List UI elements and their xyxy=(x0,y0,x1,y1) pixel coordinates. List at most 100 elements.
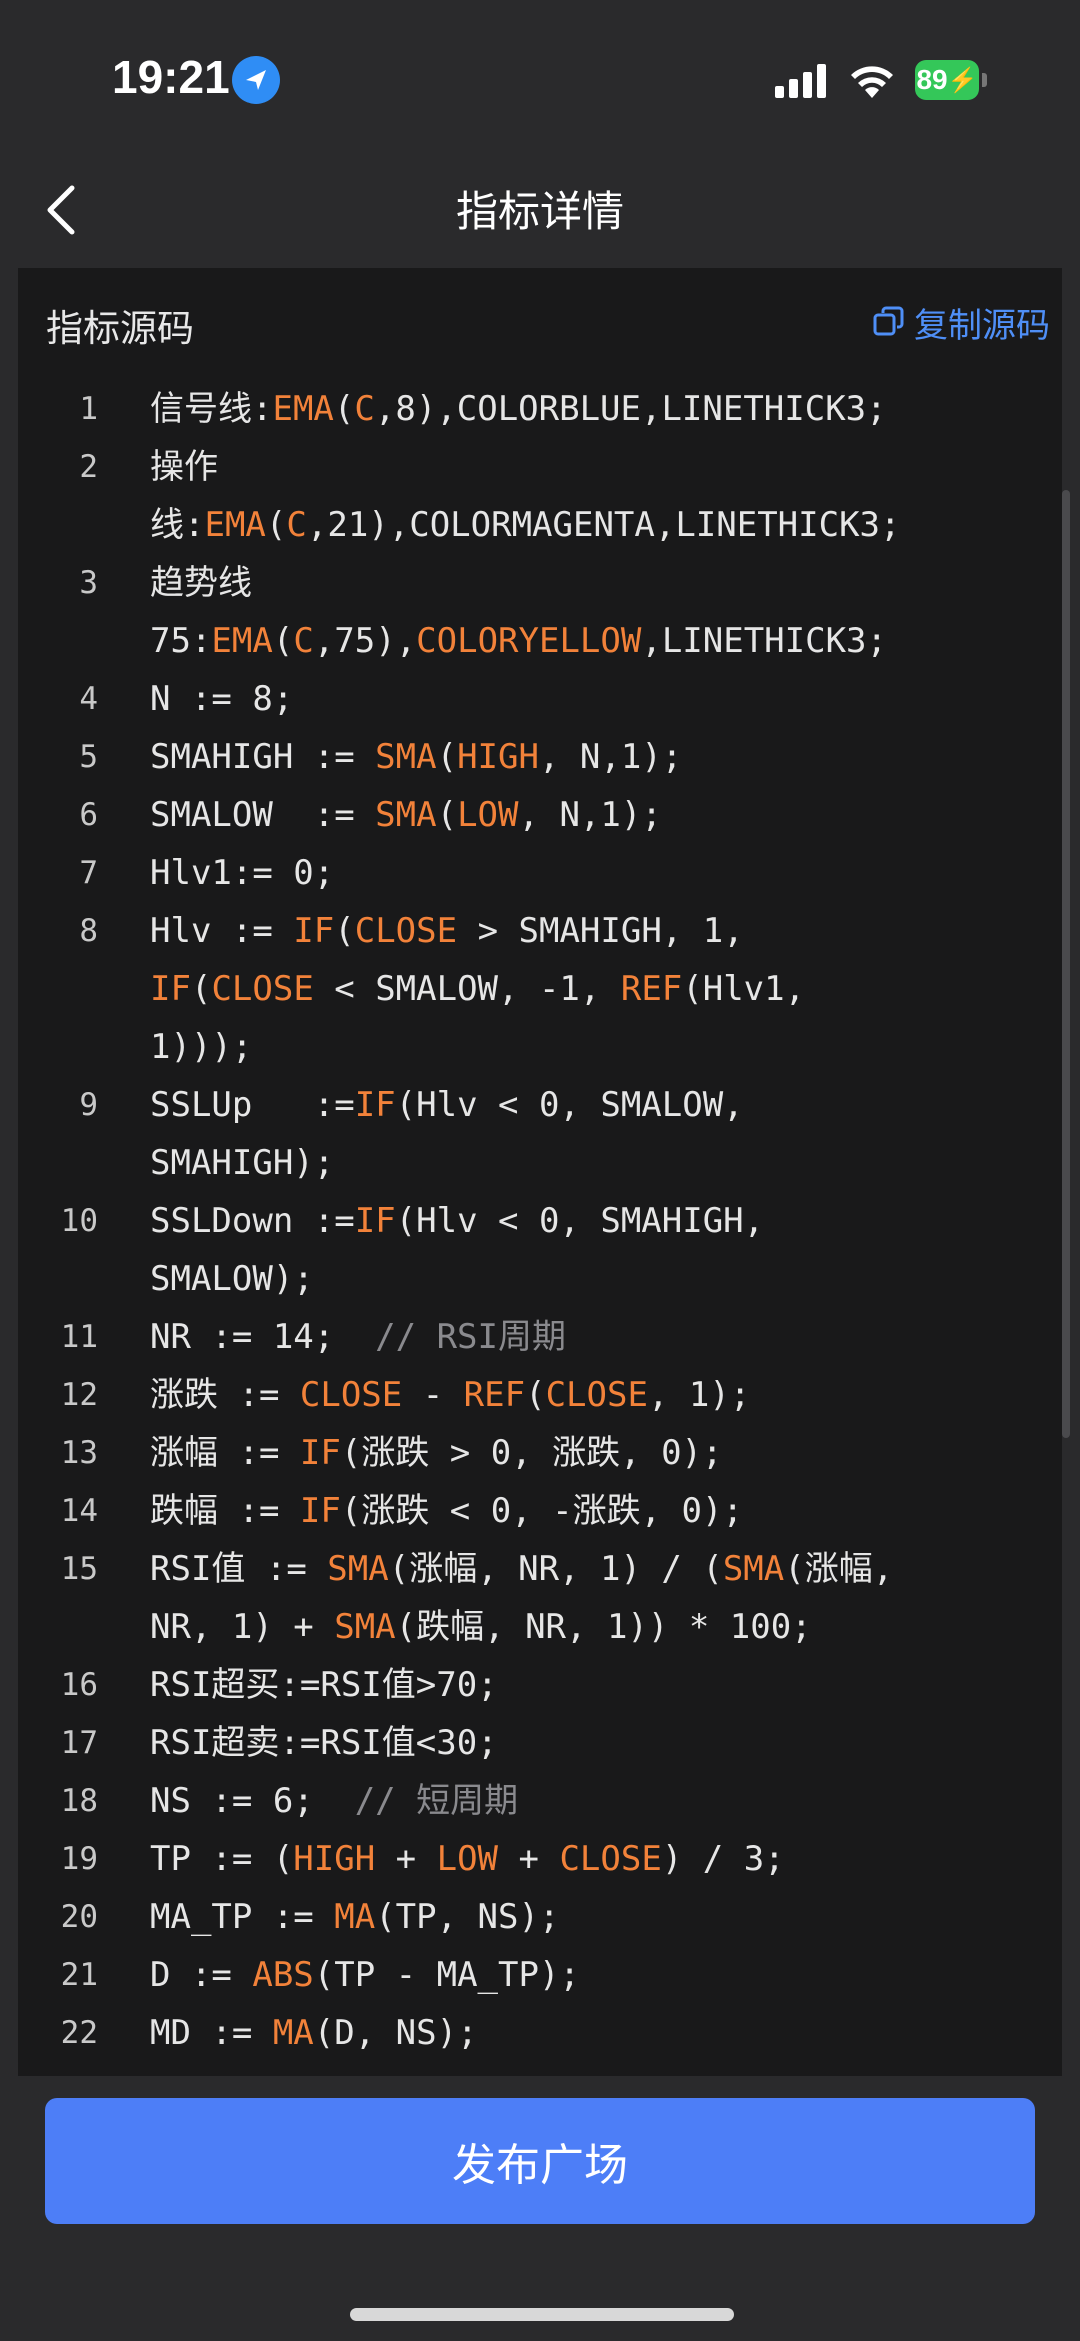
copy-icon xyxy=(873,306,904,336)
code-keyword: CLOSE xyxy=(545,1375,648,1415)
code-keyword: CLOSE xyxy=(299,1375,403,1415)
publish-to-square-button[interactable]: 发布广场 xyxy=(45,2098,1035,2224)
code-line: 19 TP := (HIGH + LOW + CLOSE) / 3; xyxy=(18,1830,1062,1888)
code-keyword: COLORYELLOW xyxy=(416,621,642,661)
code-token: (跌幅, NR, 1)) * 100; xyxy=(395,1607,812,1647)
code-text: 涨幅 := IF(涨跌 > 0, 涨跌, 0); xyxy=(150,1424,1030,1482)
code-token: + xyxy=(375,1839,437,1879)
code-token: Hlv := xyxy=(150,911,294,951)
code-token: ( xyxy=(265,505,287,545)
code-line: 23 CCI := (TP - MA_TP) / (0.015 * MD); xyxy=(18,2062,1062,2076)
code-line: 12 涨跌 := CLOSE - REF(CLOSE, 1); xyxy=(18,1366,1062,1424)
code-token: RSI值 := xyxy=(150,1549,328,1589)
code-line: 7 Hlv1:= 0; xyxy=(18,844,1062,902)
code-keyword: C xyxy=(286,505,307,545)
code-keyword: LOW xyxy=(457,795,519,835)
line-number: 9 xyxy=(79,1087,98,1123)
code-comment: // RSI周期 xyxy=(375,1317,566,1357)
code-token: (TP - MA_TP); xyxy=(313,1955,580,1995)
code-keyword: IF xyxy=(293,911,335,951)
code-line: 1 信号线:EMA(C,8),COLORBLUE,LINETHICK3; xyxy=(18,380,1062,438)
code-token: RSI超买:=RSI值>70; xyxy=(150,1665,498,1705)
line-number: 20 xyxy=(60,1899,98,1935)
code-token: (涨幅, NR, 1) / ( xyxy=(388,1549,723,1589)
code-keyword: SMA xyxy=(375,795,437,835)
code-text: MD := MA(D, NS); xyxy=(150,2004,1030,2062)
code-keyword: IF xyxy=(354,1201,396,1241)
code-keyword: CLOSE xyxy=(354,911,458,951)
code-text: TP := (HIGH + LOW + CLOSE) / 3; xyxy=(150,1830,1030,1888)
code-token: ,LINETHICK3; xyxy=(641,621,887,661)
code-comment: // 短周期 xyxy=(354,1781,519,1821)
line-number: 10 xyxy=(60,1203,98,1239)
line-number: 2 xyxy=(79,449,98,485)
line-number: 4 xyxy=(79,681,98,717)
charging-bolt-icon: ⚡ xyxy=(947,66,978,94)
code-token: SMAHIGH := xyxy=(150,737,376,777)
code-text: 信号线:EMA(C,8),COLORBLUE,LINETHICK3; xyxy=(150,380,1030,438)
status-time: 19:21 xyxy=(112,51,230,103)
battery-level: 89 ⚡ xyxy=(915,60,979,100)
code-token: (涨跌 < 0, -涨跌, 0); xyxy=(340,1491,743,1531)
code-line: 13 涨幅 := IF(涨跌 > 0, 涨跌, 0); xyxy=(18,1424,1062,1482)
code-token: RSI超卖:=RSI值<30; xyxy=(150,1723,498,1763)
code-keyword: EMA xyxy=(272,389,334,429)
code-token: ( xyxy=(333,389,355,429)
code-line: 17 RSI超卖:=RSI值<30; xyxy=(18,1714,1062,1772)
code-token: Hlv1:= 0; xyxy=(150,853,335,893)
code-token: , 1); xyxy=(647,1375,751,1415)
code-token: MD := xyxy=(150,2013,273,2053)
code-token: SMALOW := xyxy=(150,795,376,835)
code-token: D := xyxy=(150,1955,253,1995)
code-text: Hlv := IF(CLOSE > SMAHIGH, 1, IF(CLOSE <… xyxy=(150,902,1030,1076)
line-number: 3 xyxy=(79,565,98,601)
code-keyword: HIGH xyxy=(457,737,539,777)
code-text: SMAHIGH := SMA(HIGH, N,1); xyxy=(150,728,1030,786)
code-line: 5 SMAHIGH := SMA(HIGH, N,1); xyxy=(18,728,1062,786)
code-line: 6 SMALOW := SMA(LOW, N,1); xyxy=(18,786,1062,844)
code-token: SSLDown := xyxy=(150,1201,355,1241)
code-keyword: C xyxy=(354,389,375,429)
code-line: 8 Hlv := IF(CLOSE > SMAHIGH, 1, IF(CLOSE … xyxy=(18,902,1062,1076)
line-number: 8 xyxy=(79,913,98,949)
line-number: 13 xyxy=(60,1435,98,1471)
code-keyword: IF xyxy=(299,1491,341,1531)
code-text: 跌幅 := IF(涨跌 < 0, -涨跌, 0); xyxy=(150,1482,1030,1540)
code-keyword: HIGH xyxy=(293,1839,376,1879)
code-text: SSLDown :=IF(Hlv < 0, SMAHIGH, SMALOW); xyxy=(150,1192,1030,1308)
code-keyword: IF xyxy=(354,1085,396,1125)
code-token: ( xyxy=(525,1375,546,1415)
code-token: MA_TP := xyxy=(150,1897,335,1937)
line-number: 17 xyxy=(60,1725,98,1761)
code-line: 4 N := 8; xyxy=(18,670,1062,728)
code-keyword: REF xyxy=(620,969,683,1009)
code-text: NS := 6; // 短周期 xyxy=(150,1772,1030,1830)
line-number: 19 xyxy=(60,1841,98,1877)
code-text: 涨跌 := CLOSE - REF(CLOSE, 1); xyxy=(150,1366,1030,1424)
code-token: (D, NS); xyxy=(313,2013,478,2053)
code-line: 9 SSLUp :=IF(Hlv < 0, SMALOW, SMAHIGH); xyxy=(18,1076,1062,1192)
location-arrow-icon xyxy=(232,56,280,104)
code-keyword: IF xyxy=(150,969,191,1009)
code-token: 涨跌 := xyxy=(150,1375,300,1415)
code-token: NS := 6; xyxy=(150,1781,355,1821)
code-token: TP := ( xyxy=(150,1839,294,1879)
line-number: 16 xyxy=(60,1667,98,1703)
code-keyword: EMA xyxy=(211,621,273,661)
code-line: 15 RSI值 := SMA(涨幅, NR, 1) / (SMA(涨幅, NR, … xyxy=(18,1540,1062,1656)
home-indicator[interactable] xyxy=(350,2308,734,2321)
code-text: Hlv1:= 0; xyxy=(150,844,1030,902)
code-token: > SMAHIGH, 1, xyxy=(477,911,744,951)
copy-source-label: 复制源码 xyxy=(914,305,1050,346)
copy-source-button[interactable]: 复制源码 xyxy=(872,300,1050,346)
code-keyword: REF xyxy=(463,1375,526,1415)
scrollbar[interactable] xyxy=(1062,490,1070,1438)
line-number: 7 xyxy=(79,855,98,891)
code-line: 21 D := ABS(TP - MA_TP); xyxy=(18,1946,1062,2004)
line-number: 23 xyxy=(18,2062,98,2076)
panel-title: 指标源码 xyxy=(46,307,194,350)
bottom-bar: 发布广场 xyxy=(0,2076,1080,2341)
code-token: ,21),COLORMAGENTA,LINETHICK3; xyxy=(306,505,901,545)
code-keyword: ABS xyxy=(252,1955,314,1995)
code-text: RSI超卖:=RSI值<30; xyxy=(150,1714,1030,1772)
